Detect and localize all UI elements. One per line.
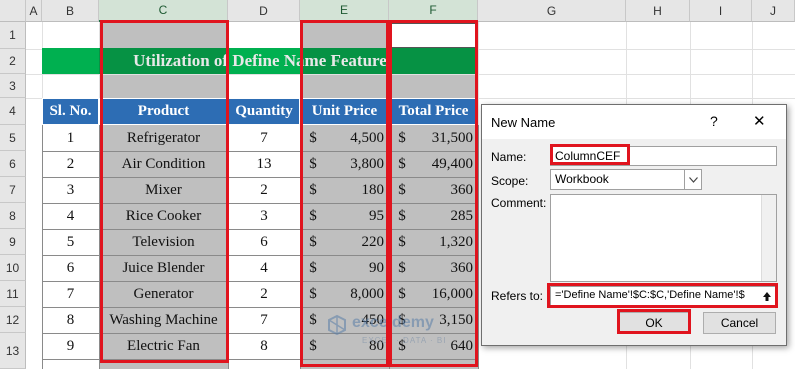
highlight-ok-button (617, 309, 691, 334)
dialog-titlebar[interactable]: New Name ? ✕ (482, 105, 786, 139)
cell-quantity[interactable]: 7 (228, 307, 300, 333)
help-button[interactable]: ? (710, 113, 718, 129)
col-header-j[interactable]: J (752, 0, 795, 22)
dialog-title: New Name (491, 115, 556, 130)
highlight-column-c (100, 20, 229, 363)
highlight-name-field (550, 144, 630, 165)
cell-quantity[interactable]: 7 (228, 125, 300, 151)
cancel-button[interactable]: Cancel (703, 312, 776, 334)
cell-quantity[interactable]: 13 (228, 151, 300, 177)
row-header-2[interactable]: 2 (0, 49, 26, 74)
refers-to-label: Refers to: (491, 289, 544, 303)
cell-sl[interactable]: 4 (42, 203, 99, 229)
row-header-3[interactable]: 3 (0, 74, 26, 98)
highlight-column-f (389, 20, 478, 367)
col-header-g[interactable]: G (478, 0, 626, 22)
col-header-f[interactable]: F (389, 0, 478, 22)
cell-quantity[interactable]: 2 (228, 177, 300, 203)
col-header-c[interactable]: C (99, 0, 228, 22)
cell-quantity[interactable]: 2 (228, 281, 300, 307)
row-header-9[interactable]: 9 (0, 229, 26, 255)
highlight-refers-to-field (547, 283, 778, 308)
header-quantity: Quantity (228, 98, 300, 125)
new-name-dialog: New Name ? ✕ Name: ColumnCEF Scope: Work… (481, 104, 787, 346)
comment-scrollbar[interactable] (761, 195, 776, 281)
row-header-10[interactable]: 10 (0, 255, 26, 281)
cell-quantity[interactable]: 4 (228, 255, 300, 281)
comment-textarea[interactable] (550, 194, 777, 282)
cell-quantity[interactable]: 6 (228, 229, 300, 255)
cell-sl[interactable]: 3 (42, 177, 99, 203)
comment-label: Comment: (491, 196, 547, 210)
cell-sl[interactable]: 8 (42, 307, 99, 333)
col-header-d[interactable]: D (228, 0, 300, 22)
row-header-6[interactable]: 6 (0, 151, 26, 177)
col-header-b[interactable]: B (42, 0, 99, 22)
row-header-4[interactable]: 4 (0, 98, 26, 125)
row-header-8[interactable]: 8 (0, 203, 26, 229)
cell-sl[interactable]: 7 (42, 281, 99, 307)
row-header-7[interactable]: 7 (0, 177, 26, 203)
cell-quantity[interactable]: 3 (228, 203, 300, 229)
row-header-1[interactable]: 1 (0, 22, 26, 49)
scope-value: Workbook (555, 172, 609, 186)
header-sl-no: Sl. No. (42, 98, 99, 125)
cell-sl[interactable]: 2 (42, 151, 99, 177)
select-all-corner[interactable] (0, 0, 26, 22)
col-header-a[interactable]: A (26, 0, 42, 22)
name-label: Name: (491, 150, 527, 164)
row-header-12[interactable]: 12 (0, 307, 26, 333)
col-header-i[interactable]: I (690, 0, 752, 22)
col-header-h[interactable]: H (626, 0, 690, 22)
row-header-5[interactable]: 5 (0, 125, 26, 151)
col-header-e[interactable]: E (300, 0, 389, 22)
cell-quantity[interactable]: 8 (228, 333, 300, 359)
row-header-13[interactable]: 13 (0, 333, 26, 369)
cell-sl[interactable]: 5 (42, 229, 99, 255)
cell-sl[interactable]: 9 (42, 333, 99, 359)
scope-dropdown-chevron-icon[interactable] (684, 170, 701, 189)
cell-sl[interactable]: 1 (42, 125, 99, 151)
scope-select[interactable]: Workbook (550, 169, 702, 190)
close-button[interactable]: ✕ (753, 112, 766, 130)
row-header-11[interactable]: 11 (0, 281, 26, 307)
scope-label: Scope: (491, 174, 529, 188)
highlight-column-e (300, 20, 389, 367)
cell-sl[interactable]: 6 (42, 255, 99, 281)
